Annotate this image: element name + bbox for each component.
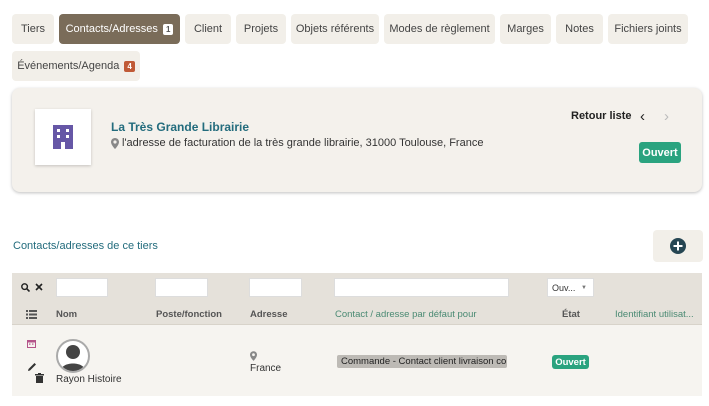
tab-modes-reglement[interactable]: Modes de règlement: [384, 14, 495, 44]
default-for-tag: Commande - Contact client livraison co: [337, 355, 507, 368]
previous-record-icon[interactable]: ‹: [640, 108, 645, 125]
contact-name[interactable]: Rayon Histoire: [56, 374, 122, 385]
tab-objets-referents[interactable]: Objets référents: [291, 14, 379, 44]
tab-label: Client: [193, 23, 223, 35]
clear-filter-icon[interactable]: [35, 283, 43, 291]
contacts-table: Ouv... ▼ Nom Poste/fonction Adresse Cont…: [12, 273, 702, 396]
tab-notes[interactable]: Notes: [556, 14, 603, 44]
filter-status-select[interactable]: Ouv... ▼: [547, 278, 594, 297]
tab-label: Modes de règlement: [389, 23, 490, 35]
contact-address: France: [250, 363, 282, 374]
tab-evenements-agenda[interactable]: Événements/Agenda 4: [12, 51, 140, 81]
tab-projets[interactable]: Projets: [236, 14, 286, 44]
section-title: Contacts/adresses de ce tiers: [13, 240, 158, 252]
filter-default-for-input[interactable]: [334, 278, 509, 297]
thirdparty-logo: [35, 109, 91, 165]
address-text: l'adresse de facturation de la très gran…: [122, 137, 484, 149]
column-header-status[interactable]: État: [562, 309, 580, 320]
column-header-position[interactable]: Poste/fonction: [156, 309, 222, 320]
tab-label: Notes: [565, 23, 594, 35]
status-badge: Ouvert: [639, 142, 681, 163]
tab-fichiers-joints[interactable]: Fichiers joints: [608, 14, 688, 44]
tab-label: Fichiers joints: [614, 23, 682, 35]
edit-icon[interactable]: [27, 362, 37, 372]
column-header-user-id[interactable]: Identifiant utilisat...: [615, 309, 694, 320]
tab-marges[interactable]: Marges: [500, 14, 551, 44]
column-header-name[interactable]: Nom: [56, 309, 77, 320]
add-contact-button[interactable]: [653, 230, 703, 262]
user-icon: [61, 345, 85, 371]
search-icon[interactable]: [21, 283, 30, 292]
filter-position-input[interactable]: [155, 278, 208, 297]
tab-label: Marges: [507, 23, 544, 35]
tab-label: Contacts/Adresses: [65, 23, 158, 35]
back-to-list-link[interactable]: Retour liste: [571, 110, 632, 122]
chevron-down-icon: ▼: [581, 284, 587, 291]
avatar: [56, 339, 90, 373]
count-badge: 1: [162, 23, 174, 35]
map-marker-icon: [111, 137, 119, 149]
status-select-value: Ouv...: [552, 282, 576, 293]
tab-label: Objets référents: [295, 23, 375, 35]
column-header-default-for[interactable]: Contact / adresse par défaut pour: [335, 309, 477, 320]
count-badge: 4: [124, 60, 135, 72]
tab-label: Projets: [243, 23, 279, 35]
calendar-icon[interactable]: [27, 339, 36, 348]
tab-label: Événements/Agenda: [17, 60, 120, 72]
map-marker-icon: [250, 351, 257, 361]
row-status-badge: Ouvert: [552, 355, 589, 369]
delete-icon[interactable]: [35, 373, 44, 383]
column-header-address[interactable]: Adresse: [250, 309, 288, 320]
list-icon[interactable]: [26, 310, 37, 319]
company-address: l'adresse de facturation de la très gran…: [111, 137, 483, 149]
plus-circle-icon: [670, 238, 686, 254]
company-name[interactable]: La Très Grande Librairie: [111, 120, 249, 134]
filter-row: Ouv... ▼: [12, 273, 702, 303]
tab-label: Tiers: [20, 23, 46, 35]
building-icon: [53, 125, 73, 149]
tab-tiers[interactable]: Tiers: [12, 14, 54, 44]
tab-contacts-addresses[interactable]: Contacts/Adresses 1: [59, 14, 180, 44]
next-record-icon: ›: [664, 108, 669, 125]
tab-client[interactable]: Client: [185, 14, 231, 44]
filter-name-input[interactable]: [56, 278, 108, 297]
filter-address-input[interactable]: [249, 278, 302, 297]
thirdparty-header-card: La Très Grande Librairie l'adresse de fa…: [12, 88, 702, 192]
